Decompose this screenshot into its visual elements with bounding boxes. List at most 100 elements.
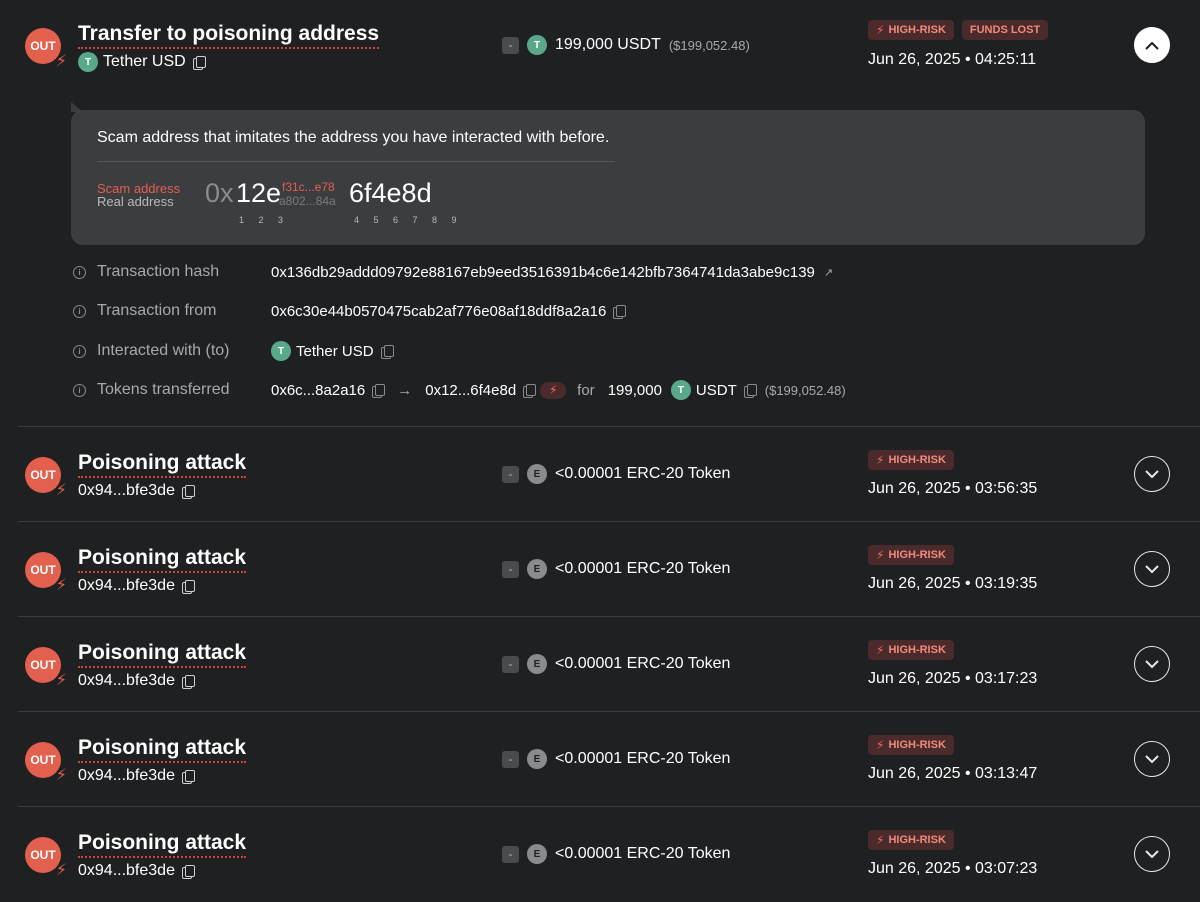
lightning-icon: ⚡ (55, 862, 67, 879)
tokens-symbol: USDT (695, 381, 737, 399)
lightning-icon: ⚡ (876, 643, 885, 657)
lightning-icon: ⚡ (540, 381, 567, 399)
transaction-amount: - E <0.00001 ERC-20 Token (502, 749, 730, 769)
expand-button[interactable] (1134, 551, 1170, 587)
transaction-row[interactable]: OUT ⚡ Poisoning attack 0x94...bfe3de - E <0.00… (0, 522, 1200, 617)
info-icon: i (73, 344, 86, 358)
copy-icon[interactable] (523, 383, 537, 398)
transaction-date: Jun 26, 2025 • 03:19:35 (868, 575, 1038, 592)
transaction-date: Jun 26, 2025 • 03:07:23 (868, 860, 1038, 877)
transaction-date: Jun 26, 2025 • 03:17:23 (868, 670, 1038, 687)
transaction-row-expanded[interactable]: OUT ⚡ Transfer to poisoning address T Te… (0, 0, 1200, 100)
usd-value: ($199,052.48) (668, 37, 750, 53)
transaction-date: Jun 26, 2025 • 03:13:47 (868, 765, 1038, 782)
funds-lost-badge: FUNDS LOST (961, 20, 1049, 40)
lightning-icon: ⚡ (876, 738, 885, 752)
chevron-down-icon (1145, 469, 1159, 478)
copy-icon[interactable] (181, 864, 195, 879)
detail-transaction-hash: i Transaction hash 0x136db29addd09792e88… (73, 263, 833, 281)
minus-sign-chip: - (502, 560, 519, 578)
transaction-title: Poisoning attack (78, 451, 247, 478)
minus-sign-chip: - (502, 36, 519, 54)
erc20-token-icon: E (527, 654, 547, 674)
copy-icon[interactable] (181, 674, 195, 689)
risk-tags: ⚡ HIGH-RISK (868, 450, 954, 470)
copy-icon[interactable] (743, 383, 757, 398)
copy-icon[interactable] (372, 383, 386, 398)
token-name: T Tether USD (78, 52, 206, 72)
risk-tags: ⚡ HIGH-RISK (868, 830, 954, 850)
scam-address-middle: f31c...e78 (282, 180, 335, 194)
expand-button[interactable] (1134, 456, 1170, 492)
chevron-down-icon (1145, 849, 1159, 858)
address-prefix: 0x (205, 178, 234, 208)
erc20-token-icon: E (527, 464, 547, 484)
high-risk-badge: ⚡ HIGH-RISK (868, 545, 954, 565)
lightning-icon: ⚡ (55, 672, 67, 689)
transaction-row[interactable]: OUT ⚡ Poisoning attack 0x94...bfe3de - E <0.00… (0, 617, 1200, 712)
high-risk-badge: ⚡ HIGH-RISK (868, 735, 954, 755)
high-risk-badge: ⚡ HIGH-RISK (868, 450, 954, 470)
lightning-icon: ⚡ (55, 53, 67, 70)
real-address-middle: a802...84a (279, 194, 336, 208)
scam-address-explanation: Scam address that imitates the address y… (71, 102, 1145, 245)
usdt-token-icon: T (527, 35, 547, 55)
chevron-down-icon (1145, 564, 1159, 573)
lightning-icon: ⚡ (876, 23, 885, 37)
address-match-end: 6f4e8d (349, 178, 432, 208)
transaction-title: Poisoning attack (78, 736, 247, 763)
minus-sign-chip: - (502, 655, 519, 673)
transaction-date: Jun 26, 2025 • 03:56:35 (868, 480, 1038, 497)
out-direction-icon: OUT ⚡ (25, 837, 67, 879)
expand-button[interactable] (1134, 741, 1170, 777)
copy-icon[interactable] (181, 579, 195, 594)
high-risk-badge: ⚡ HIGH-RISK (868, 640, 954, 660)
interacted-contract-name: Tether USD (296, 342, 374, 360)
transaction-title: Transfer to poisoning address (78, 22, 380, 49)
erc20-token-icon: E (527, 749, 547, 769)
tether-token-icon: T (271, 341, 291, 361)
tokens-from-address: 0x6c...8a2a16 (271, 381, 366, 399)
transaction-amount: - T 199,000 USDT ($199,052.48) (502, 35, 750, 55)
out-direction-icon: OUT ⚡ (25, 647, 67, 689)
transaction-row[interactable]: OUT ⚡ Poisoning attack 0x94...bfe3de - E <0.00… (0, 712, 1200, 807)
copy-icon[interactable] (181, 769, 195, 784)
tether-token-icon: T (78, 52, 98, 72)
info-icon: i (73, 265, 86, 279)
sender-address: 0x94...bfe3de (78, 767, 195, 785)
transaction-hash-link[interactable]: 0x136db29addd09792e88167eb9eed3516391b4c… (271, 264, 815, 281)
usd-value: ($199,052.48) (764, 382, 846, 398)
collapse-button[interactable] (1134, 27, 1170, 63)
address-match-start: 12e (236, 178, 282, 208)
external-link-icon[interactable]: ↗ (824, 266, 833, 279)
divider (97, 161, 615, 162)
risk-tags: ⚡ HIGH-RISK (868, 640, 954, 660)
copy-icon[interactable] (613, 304, 627, 319)
arrow-right-icon: → (397, 381, 413, 399)
transaction-row[interactable]: OUT ⚡ Poisoning attack 0x94...bfe3de - E <0.00… (0, 807, 1200, 902)
lightning-icon: ⚡ (876, 833, 885, 847)
tokens-to-address: 0x12...6f4e8d (425, 381, 517, 399)
transaction-title: Poisoning attack (78, 546, 247, 573)
high-risk-badge: ⚡ HIGH-RISK (868, 830, 954, 850)
expand-button[interactable] (1134, 836, 1170, 872)
transaction-date: Jun 26, 2025 • 04:25:11 (868, 51, 1037, 68)
erc20-token-icon: E (527, 559, 547, 579)
expand-button[interactable] (1134, 646, 1170, 682)
high-risk-badge: ⚡ HIGH-RISK (868, 20, 954, 40)
risk-tags: ⚡ HIGH-RISK (868, 735, 954, 755)
copy-icon[interactable] (380, 344, 394, 359)
transaction-title: Poisoning attack (78, 831, 247, 858)
sender-address: 0x94...bfe3de (78, 577, 195, 595)
detail-tokens-transferred: i Tokens transferred 0x6c...8a2a16 → 0x1… (73, 380, 846, 400)
minus-sign-chip: - (502, 845, 519, 863)
tokens-amount: 199,000 (607, 381, 662, 399)
risk-tags: ⚡ HIGH-RISK FUNDS LOST (868, 20, 1049, 40)
lightning-icon: ⚡ (55, 577, 67, 594)
transaction-amount: - E <0.00001 ERC-20 Token (502, 654, 730, 674)
copy-icon[interactable] (192, 55, 206, 70)
transaction-row[interactable]: OUT ⚡ Poisoning attack 0x94...bfe3de - E <0.00… (0, 427, 1200, 522)
copy-icon[interactable] (181, 484, 195, 499)
erc20-token-icon: E (527, 844, 547, 864)
risk-tags: ⚡ HIGH-RISK (868, 545, 954, 565)
